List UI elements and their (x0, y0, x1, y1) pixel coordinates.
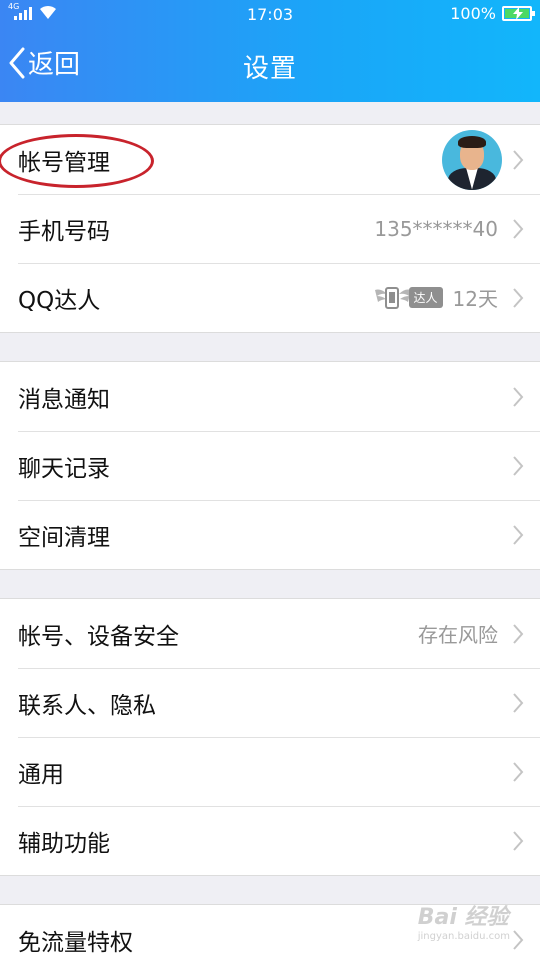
settings-row-account-device-security[interactable]: 帐号、设备安全 存在风险 (0, 599, 540, 668)
settings-row-chat-history[interactable]: 聊天记录 (0, 431, 540, 500)
battery-percent: 100% (450, 4, 496, 23)
security-status-value: 存在风险 (418, 623, 498, 647)
winged-phone-icon (374, 286, 411, 309)
row-label: 联系人、隐私 (18, 692, 156, 719)
settings-row-notifications[interactable]: 消息通知 (0, 362, 540, 431)
watermark: Bai 经验 jingyan.baidu.com (418, 899, 510, 942)
chevron-right-icon (513, 456, 524, 476)
settings-row-general[interactable]: 通用 (0, 737, 540, 806)
settings-row-qq-daren[interactable]: QQ达人 达人 12天 (0, 263, 540, 332)
chevron-right-icon (513, 930, 524, 950)
chevron-right-icon (513, 624, 524, 644)
settings-row-account-management[interactable]: 帐号管理 (0, 125, 540, 194)
chevron-right-icon (513, 762, 524, 782)
settings-row-accessibility[interactable]: 辅助功能 (0, 806, 540, 875)
navigation-bar: 返回 设置 (0, 28, 540, 102)
chevron-right-icon (513, 693, 524, 713)
page-title: 设置 (242, 54, 297, 84)
watermark-url: jingyan.baidu.com (417, 931, 510, 942)
settings-row-phone-number[interactable]: 手机号码 135******40 (0, 194, 540, 263)
settings-group-messages: 消息通知 聊天记录 空间清理 (0, 361, 540, 570)
chevron-right-icon (513, 219, 524, 239)
chevron-right-icon (513, 525, 524, 545)
row-label: 帐号管理 (18, 149, 110, 176)
row-label: 空间清理 (18, 524, 110, 551)
settings-group-account: 帐号管理 手机号码 135******40 QQ达人 达人 12天 (0, 124, 540, 333)
daren-tag: 达人 (408, 287, 443, 308)
battery-icon (502, 6, 535, 21)
header: 4G 17:03 100% 返回 设置 (0, 0, 540, 102)
row-label: 手机号码 (18, 218, 110, 245)
watermark-logo: Bai 经验 (417, 905, 509, 930)
chevron-right-icon (513, 387, 524, 407)
settings-row-contacts-privacy[interactable]: 联系人、隐私 (0, 668, 540, 737)
row-label: 聊天记录 (18, 455, 110, 482)
row-label: 辅助功能 (18, 830, 110, 857)
chevron-right-icon (513, 831, 524, 851)
row-label: 帐号、设备安全 (18, 623, 179, 650)
daren-badge: 达人 (373, 284, 443, 312)
row-label: QQ达人 (18, 287, 101, 314)
settings-row-storage-cleanup[interactable]: 空间清理 (0, 500, 540, 569)
chevron-right-icon (513, 150, 524, 170)
row-label: 通用 (18, 761, 64, 788)
row-label: 消息通知 (18, 386, 110, 413)
row-label: 免流量特权 (18, 929, 133, 956)
status-bar: 4G 17:03 100% (0, 0, 540, 28)
battery-area: 100% (450, 4, 535, 23)
settings-group-security: 帐号、设备安全 存在风险 联系人、隐私 通用 辅助功能 (0, 598, 540, 876)
chevron-right-icon (513, 288, 524, 308)
daren-days-value: 12天 (452, 287, 498, 311)
avatar (442, 129, 502, 190)
phone-number-value: 135******40 (374, 216, 498, 241)
